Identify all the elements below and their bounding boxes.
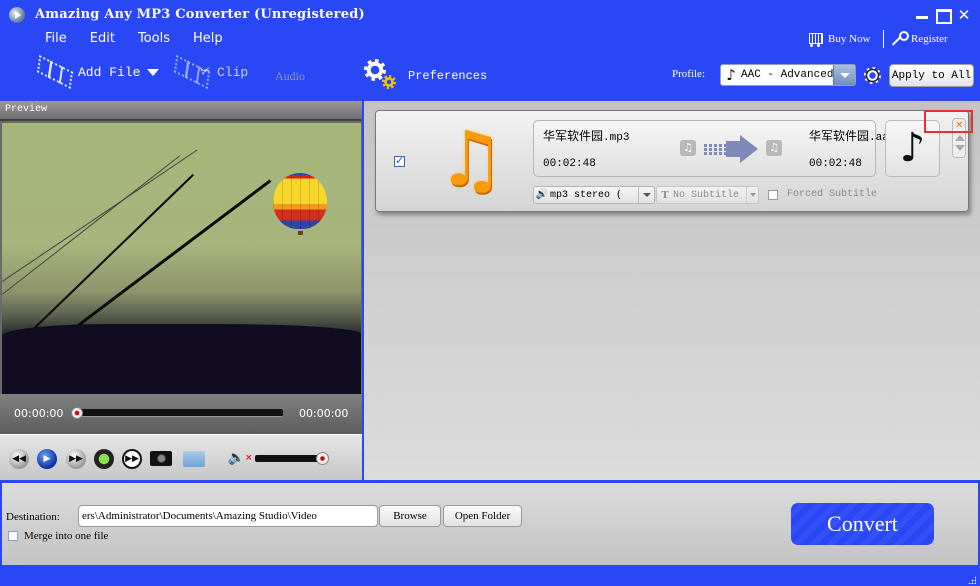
file-list: ♫ 华军软件园.mp3 00:02:48 ♫ ♫ 华军软件园.aac 00:02… (364, 101, 980, 480)
profile-select[interactable]: ♪ AAC - Advanced (720, 64, 856, 86)
preferences-button[interactable]: Preferences (408, 69, 487, 83)
merge-checkbox[interactable] (8, 531, 18, 541)
maximize-button[interactable] (933, 6, 952, 24)
play-button[interactable]: ▶ (37, 449, 57, 469)
resize-grip[interactable] (968, 576, 976, 584)
source-duration: 00:02:48 (543, 158, 596, 170)
audio-track-select[interactable]: 🔊 mp3 stereo ( (533, 186, 655, 204)
title-bar: Amazing Any MP3 Converter (Unregistered)… (0, 0, 980, 30)
menu-bar: File Edit Tools Help (45, 31, 246, 49)
file-checkbox[interactable] (394, 154, 405, 167)
source-filename: 华军软件园.mp3 (543, 127, 629, 144)
forced-subtitle-label: Forced Subtitle (787, 189, 878, 200)
seek-slider[interactable] (73, 409, 283, 417)
preview-header: Preview (0, 101, 362, 121)
audio-track-value: mp3 stereo ( (550, 189, 623, 201)
text-icon: T (661, 189, 669, 201)
profile-value: AAC - Advanced (741, 69, 833, 81)
rewind-button[interactable]: ◀◀ (9, 449, 29, 469)
bottom-panel: Destination: Browse Open Folder Merge in… (2, 483, 978, 565)
add-file-button[interactable]: Add File (34, 55, 160, 89)
register-link[interactable]: Register (890, 29, 948, 49)
apply-to-all-button[interactable]: Apply to All (889, 64, 974, 87)
music-note-icon: ♪ (726, 66, 736, 84)
profile-settings-gear-icon[interactable] (864, 67, 881, 84)
open-folder-button[interactable]: Open Folder (443, 505, 522, 527)
playback-controls: ◀◀ ▶ ▶▶ ▶▶ 🔈 × (0, 434, 362, 480)
output-duration: 00:02:48 (809, 158, 862, 170)
menu-edit[interactable]: Edit (90, 31, 115, 49)
merge-label: Merge into one file (24, 530, 109, 542)
preferences-gear-icon[interactable] (362, 57, 396, 89)
menu-tools[interactable]: Tools (138, 31, 170, 49)
window-title: Amazing Any MP3 Converter (Unregistered) (35, 7, 365, 22)
speaker-icon: 🔊 (535, 190, 549, 201)
clip-button[interactable]: ✂ Clip (171, 55, 249, 89)
clip-label: Clip (217, 64, 249, 80)
move-up-icon[interactable] (955, 135, 965, 141)
buy-now-link[interactable]: Buy Now (806, 29, 870, 49)
snapshot-camera-icon[interactable] (150, 451, 172, 466)
output-format-icon: ♫ (766, 140, 782, 156)
move-down-icon[interactable] (955, 145, 965, 151)
video-preview (2, 123, 361, 394)
destination-label: Destination: (6, 511, 60, 523)
subtitle-value: No Subtitle (673, 189, 740, 201)
output-name: 华军软件园 (809, 129, 870, 143)
destination-input[interactable] (78, 505, 378, 527)
add-file-label: Add File (78, 64, 141, 80)
convert-arrow-icon (704, 135, 760, 163)
balloon-basket (298, 231, 303, 235)
mute-speaker-icon[interactable]: 🔈 × (228, 449, 253, 467)
key-icon (890, 30, 909, 48)
menu-file[interactable]: File (45, 31, 67, 49)
fast-forward-button[interactable]: ▶▶ (66, 449, 86, 469)
film-strip-icon (34, 55, 78, 89)
app-window: Amazing Any MP3 Converter (Unregistered)… (0, 0, 980, 586)
profile-label: Profile: (672, 68, 705, 80)
highlight-annotation (924, 110, 973, 133)
clip-film-icon: ✂ (171, 55, 215, 89)
convert-button[interactable]: Convert (791, 503, 934, 545)
next-frame-button[interactable]: ▶▶ (122, 449, 142, 469)
hot-air-balloon (273, 173, 327, 229)
forced-subtitle-checkbox[interactable] (768, 190, 778, 200)
register-label: Register (911, 33, 948, 45)
seek-bar-area: 00:00:00 00:00:00 (0, 394, 362, 434)
add-file-dropdown-icon[interactable] (147, 68, 160, 76)
audio-file-icon: ♫ (436, 114, 506, 203)
current-time: 00:00:00 (14, 407, 64, 420)
snapshot-folder-icon[interactable] (183, 451, 205, 467)
buy-now-label: Buy Now (828, 33, 871, 45)
volume-slider[interactable] (255, 455, 321, 462)
close-button[interactable]: ✕ (955, 6, 973, 24)
subtitle-select[interactable]: T No Subtitle (656, 186, 759, 204)
audio-button[interactable]: Audio (275, 69, 305, 84)
file-info-box: 华军软件园.mp3 00:02:48 ♫ ♫ 华军软件园.aac 00:02:4… (533, 120, 887, 177)
menu-help[interactable]: Help (193, 31, 223, 49)
stop-button[interactable] (94, 449, 114, 469)
cart-icon (806, 30, 824, 48)
preview-panel: Preview 00:00:00 00:00:00 ◀◀ ▶ ▶▶ ▶▶ 🔈 × (0, 101, 362, 480)
header-divider (883, 30, 884, 48)
audio-track-dropdown-icon[interactable] (638, 187, 654, 203)
profile-dropdown-icon[interactable] (833, 65, 855, 85)
total-time: 00:00:00 (299, 407, 349, 420)
browse-button[interactable]: Browse (379, 505, 441, 527)
minimize-button[interactable] (913, 6, 931, 24)
volume-handle[interactable] (316, 452, 329, 465)
hills-silhouette (2, 324, 361, 394)
app-logo-icon (9, 7, 25, 23)
output-filename[interactable]: 华军软件园.aac (809, 127, 887, 144)
file-list-item[interactable]: ♫ 华军软件园.mp3 00:02:48 ♫ ♫ 华军软件园.aac 00:02… (375, 110, 969, 212)
source-format-icon: ♫ (680, 140, 696, 156)
source-ext: .mp3 (603, 132, 630, 144)
subtitle-dropdown-icon[interactable] (746, 187, 758, 203)
seek-handle[interactable] (71, 407, 83, 419)
source-name: 华军软件园 (543, 129, 604, 143)
